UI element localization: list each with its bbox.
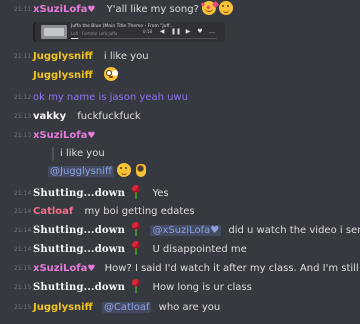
message-content: Shutting...down How long is ur class (33, 279, 252, 297)
message-content: Shutting...down U disappointed me (33, 241, 247, 259)
message-row: 21:13 vakky fuckfuckfuck (0, 108, 360, 126)
music-embed[interactable]: Juffa the Blue (Main Title Theme - From … (33, 22, 225, 42)
message-row: Jugglysniff (0, 67, 360, 85)
rose-icon (131, 279, 141, 293)
message-content: Jugglysniff @Catloaf who are you (33, 299, 220, 317)
message-row: @Jugglysniff (0, 163, 360, 181)
message-text: Y'all like my song? (106, 4, 199, 15)
heart-icon: ♥ (87, 5, 96, 15)
author-name[interactable]: xSuziLofa (33, 130, 87, 141)
message-row: 21:14 Shutting...down Yes (0, 185, 360, 203)
author-name[interactable]: Shutting...down (33, 188, 125, 199)
message-content: Shutting...down Yes (33, 185, 169, 203)
author-name[interactable]: Jugglysniff (33, 51, 93, 62)
author-name[interactable]: vakky (33, 111, 66, 122)
message-row: 21:15 Jugglysniff @Catloaf who are you (0, 299, 360, 317)
flushed-face-icon (103, 67, 118, 81)
quote-row: i like you (0, 145, 360, 163)
message-content: xSuziLofa♥ Y'all like my song? (33, 1, 234, 19)
message-text: ok my name is jason yeah uwu (33, 92, 188, 103)
message-content: Jugglysniff (33, 67, 118, 85)
message-content: xSuziLofa♥ How? I said I'd watch it afte… (33, 260, 360, 278)
message-text: i like you (103, 51, 149, 62)
rose-icon (131, 241, 141, 255)
author-name[interactable]: Shutting...down (33, 282, 125, 293)
message-text: did u watch the video i send (228, 225, 360, 236)
author-name[interactable]: Jugglysniff (33, 70, 93, 81)
ok-hand-icon (136, 164, 147, 177)
author-name[interactable]: Shutting...down (33, 225, 125, 236)
relieved-face-icon (219, 1, 234, 15)
heart-icon: ♥ (87, 131, 96, 141)
message-text: fuckfuckfuck (77, 111, 141, 122)
message-content: vakky fuckfuckfuck (33, 108, 141, 126)
heart-icon: ♥ (87, 264, 96, 274)
progress-bar[interactable] (71, 38, 217, 39)
user-mention[interactable]: @xSuziLofa♥ (150, 225, 222, 236)
message-row: 21:14 Catloaf my boi getting edates (0, 203, 360, 221)
author-name[interactable]: Catloaf (33, 206, 73, 217)
rose-icon (131, 185, 141, 199)
author-name[interactable]: Jugglysniff (33, 302, 93, 313)
message-row: 21:11 Jugglysniff i like you (0, 48, 360, 66)
author-name[interactable]: xSuziLofa (33, 4, 87, 15)
message-row: 21:11 xSuziLofa♥ Y'all like my song? (0, 1, 360, 19)
message-text: How? I said I'd watch it after my class.… (104, 263, 360, 274)
rose-icon (131, 222, 141, 236)
message-content: xSuziLofa♥ (33, 127, 95, 145)
message-content: ok my name is jason yeah uwu (33, 89, 188, 107)
progress-fill (71, 38, 79, 39)
smiling-face-with-hearts-icon (202, 1, 217, 15)
album-art (41, 25, 67, 39)
message-text: Yes (152, 188, 169, 199)
embed-subtitle: Lofi · Fortnite Lofa Juffa (71, 31, 118, 36)
message-text: How long is ur class (152, 282, 252, 293)
message-content: Shutting...down @xSuziLofa♥ did u watch … (33, 222, 360, 240)
message-row: 21:12 ok my name is jason yeah uwu (0, 89, 360, 107)
more-icon[interactable]: … (209, 29, 215, 35)
user-mention[interactable]: @Jugglysniff (48, 166, 114, 177)
message-content: @Jugglysniff (48, 163, 147, 181)
message-row: 21:13 xSuziLofa♥ (0, 127, 360, 145)
message-row: 21:14 Shutting...down @xSuziLofa♥ did u … (0, 222, 360, 240)
message-text: U disappointed me (152, 244, 247, 255)
message-text: who are you (158, 302, 221, 313)
message-row: 21:14 Shutting...down U disappointed me (0, 241, 360, 259)
message-row: 21:15 Shutting...down How long is ur cla… (0, 279, 360, 297)
message-text: my boi getting edates (84, 206, 195, 217)
next-icon[interactable]: ▶ (185, 29, 191, 35)
chat-log: 21:11 xSuziLofa♥ Y'all like my song? Juf… (0, 0, 360, 324)
heart-icon[interactable]: ♥ (197, 29, 203, 35)
message-row: 21:15 xSuziLofa♥ How? I said I'd watch i… (0, 260, 360, 278)
previous-icon[interactable]: ◀ (159, 29, 165, 35)
message-content: Jugglysniff i like you (33, 48, 149, 66)
quoted-text: i like you (60, 148, 105, 159)
author-name[interactable]: Shutting...down (33, 244, 125, 255)
message-content: Catloaf my boi getting edates (33, 203, 195, 221)
author-name[interactable]: xSuziLofa (33, 263, 87, 274)
user-mention[interactable]: @Catloaf (101, 302, 152, 313)
embed-time: 0:18 (143, 29, 152, 34)
pause-icon[interactable]: ❚❚ (171, 29, 181, 35)
relieved-face-icon (117, 163, 132, 177)
